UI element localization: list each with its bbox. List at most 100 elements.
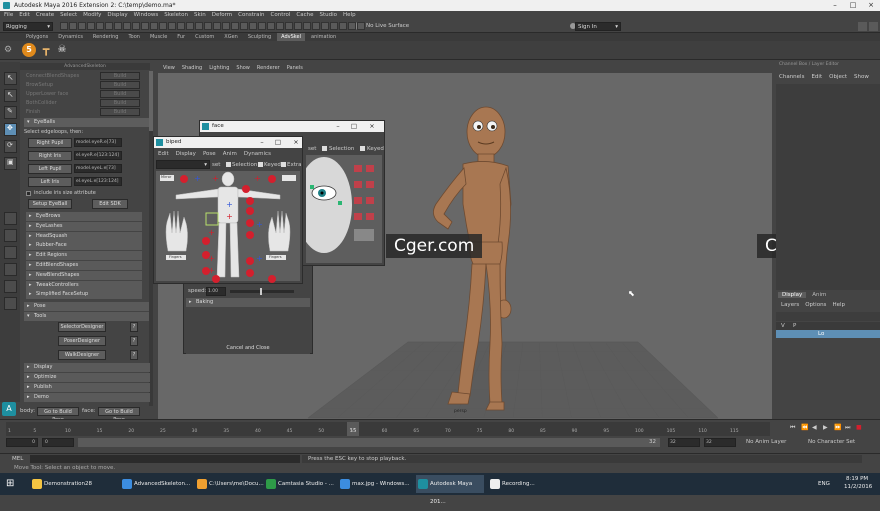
layer-row[interactable]: Lo <box>776 330 880 338</box>
fk-control-dot[interactable] <box>246 207 254 215</box>
taskbar-item-advancedskeleton[interactable]: AdvancedSkeleton... <box>120 475 192 493</box>
build-button[interactable]: Build <box>100 99 140 107</box>
close-icon[interactable]: × <box>364 121 380 132</box>
start-frame-field[interactable]: 0 <box>6 438 38 447</box>
pupil-button-right-pupil[interactable]: Right Pupil <box>28 138 72 148</box>
fk-control-dot[interactable] <box>246 231 254 239</box>
pose-frame[interactable]: Pose <box>24 302 150 311</box>
baking-frame[interactable]: Baking <box>186 298 310 307</box>
close-icon[interactable]: × <box>288 137 304 148</box>
move-tool-icon[interactable]: ✥ <box>4 123 17 136</box>
face-selection-checkbox[interactable] <box>322 146 327 151</box>
channel-menu-edit[interactable]: Edit <box>811 74 822 80</box>
tab-anim[interactable]: Anim <box>808 292 830 298</box>
build-button[interactable]: Build <box>100 72 140 80</box>
status-tool-icon[interactable] <box>276 22 284 30</box>
status-tool-icon[interactable] <box>141 22 149 30</box>
end-frame-field[interactable]: 32 <box>704 438 736 447</box>
taskbar-item-camtasia-studio[interactable]: Camtasia Studio - ... <box>264 475 334 493</box>
layer-menu-layers[interactable]: Layers <box>781 302 799 308</box>
status-tool-icon[interactable] <box>132 22 140 30</box>
status-tool-icon[interactable] <box>321 22 329 30</box>
fk-control-dot[interactable] <box>202 237 210 245</box>
advskel-build-icon[interactable]: 5 <box>22 43 36 57</box>
frame-optimize[interactable]: Optimize <box>24 373 150 382</box>
shelf-tab-xgen[interactable]: XGen <box>220 33 242 41</box>
pupil-field-right-pupil[interactable]: model.eyeR.e[73] <box>74 138 122 147</box>
clock-date[interactable]: 11/2/2016 <box>844 484 872 490</box>
channel-box-area[interactable] <box>776 84 880 290</box>
paint-select-icon[interactable]: ✎ <box>4 106 17 119</box>
menu-edit[interactable]: Edit <box>19 11 30 20</box>
layout-hypershade-icon[interactable] <box>4 297 17 310</box>
shelf-tab-dynamics[interactable]: Dynamics <box>54 33 87 41</box>
eyeballs-frame[interactable]: EyeBalls <box>24 118 150 127</box>
status-tool-icon[interactable] <box>87 22 95 30</box>
setup-eyeball-button[interactable]: Setup EyeBall <box>28 199 72 209</box>
inner-start-field[interactable]: 0 <box>42 438 74 447</box>
status-tool-icon[interactable] <box>195 22 203 30</box>
shelf-tab-polygons[interactable]: Polygons <box>22 33 52 41</box>
minimize-icon[interactable]: – <box>254 137 270 148</box>
menu-help[interactable]: Help <box>343 11 356 20</box>
command-input[interactable] <box>30 455 300 463</box>
frame-simplified-facesetup[interactable]: Simplified FaceSetup <box>26 290 142 300</box>
shelf-tab-sculpting[interactable]: Sculpting <box>244 33 275 41</box>
skeleton-figure-icon[interactable]: ┳ <box>40 43 52 57</box>
selectordesigner-button[interactable]: SelectorDesigner <box>58 322 106 332</box>
skull-icon[interactable]: ☠ <box>56 43 68 57</box>
speed-field[interactable]: 1.00 <box>206 287 226 296</box>
status-tool-icon[interactable] <box>168 22 176 30</box>
status-tool-icon[interactable] <box>231 22 239 30</box>
status-tool-icon[interactable] <box>96 22 104 30</box>
fk-control-dot[interactable] <box>212 275 220 283</box>
speed-slider[interactable] <box>230 288 294 295</box>
tab-display[interactable]: Display <box>778 292 807 298</box>
step-forward-icon[interactable]: ⏩ <box>834 424 841 431</box>
shelf-tab-animation[interactable]: animation <box>307 33 340 41</box>
maximize-icon[interactable]: □ <box>346 121 362 132</box>
minimize-icon[interactable]: – <box>330 121 346 132</box>
step-back-icon[interactable]: ⏪ <box>801 424 808 431</box>
face-build-pose-button[interactable]: Go to Build Pose <box>98 407 140 423</box>
frame-newblendshapes[interactable]: NewBlendShapes <box>26 270 142 280</box>
frame-publish[interactable]: Publish <box>24 383 150 392</box>
frame-editblendshapes[interactable]: EditBlendShapes <box>26 261 142 270</box>
inner-end-field[interactable]: 32 <box>668 438 700 447</box>
taskbar-item-c-users-me-docu[interactable]: C:\Users\me\Docu... <box>195 475 264 493</box>
character-set-label[interactable]: No Character Set <box>808 439 855 445</box>
biped-menu-display[interactable]: Display <box>176 151 196 157</box>
biped-picker-canvas[interactable]: Mirror Fingers Fingers + + + + + + + + + + <box>156 171 300 283</box>
select-tool-icon[interactable]: ↖ <box>4 72 17 85</box>
status-tool-icon[interactable] <box>213 22 221 30</box>
shelf-tab-toon[interactable]: Toon <box>124 33 144 41</box>
status-tool-icon[interactable] <box>69 22 77 30</box>
menu-skin[interactable]: Skin <box>194 11 206 20</box>
build-button[interactable]: Build <box>100 108 140 116</box>
status-tool-icon[interactable] <box>348 22 356 30</box>
status-tool-icon[interactable] <box>150 22 158 30</box>
fk-control-dot[interactable] <box>246 219 254 227</box>
layout-single-icon[interactable] <box>4 212 17 225</box>
biped-extra-checkbox[interactable] <box>281 162 286 167</box>
menu-create[interactable]: Create <box>36 11 54 20</box>
pupil-field-left-pupil[interactable]: model.eyeL.e[73] <box>74 164 122 173</box>
fk-control-dot[interactable] <box>268 175 276 183</box>
minimize-icon[interactable]: – <box>826 0 844 11</box>
taskbar-item-demonstration28[interactable]: Demonstration28 <box>30 475 114 493</box>
shelf-tab-advskel[interactable]: AdvSkel <box>277 33 305 41</box>
menu-windows[interactable]: Windows <box>134 11 159 20</box>
status-tool-icon[interactable] <box>285 22 293 30</box>
status-tool-icon[interactable] <box>60 22 68 30</box>
layout-graph-icon[interactable] <box>4 280 17 293</box>
pupil-field-left-iris[interactable]: el.eyeL.e[123:124] <box>74 177 122 186</box>
build-button[interactable]: Build <box>100 81 140 89</box>
layout-outliner-icon[interactable] <box>4 263 17 276</box>
menu-display[interactable]: Display <box>107 11 127 20</box>
go-start-icon[interactable]: ⏮ <box>790 424 795 432</box>
frame-display[interactable]: Display <box>24 363 150 372</box>
close-icon[interactable]: × <box>862 0 880 11</box>
status-tool-icon[interactable] <box>267 22 275 30</box>
pupil-field-right-iris[interactable]: el.eyeR.e[123:124] <box>74 151 122 160</box>
clock-time[interactable]: 8:19 PM <box>846 476 868 482</box>
